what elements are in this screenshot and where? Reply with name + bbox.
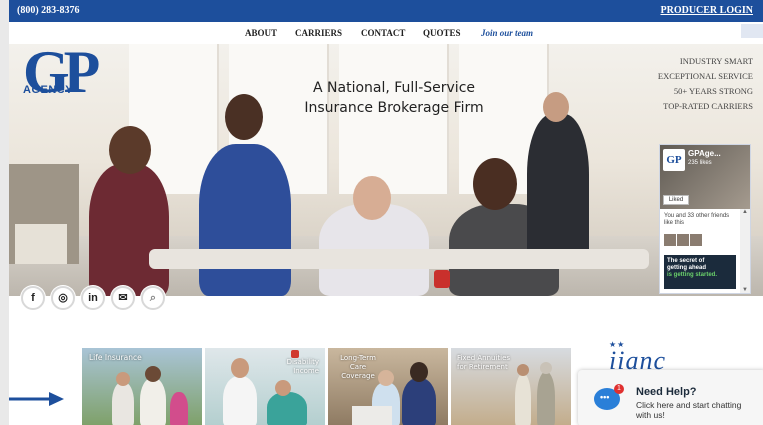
person-head [517, 364, 529, 376]
person-man-standing [527, 114, 589, 264]
facebook-cover: GP GPAge... 235 likes Liked [660, 145, 750, 209]
person-head [109, 126, 151, 174]
tile-life-insurance[interactable]: Life Insurance [82, 348, 202, 425]
person-man-blue [199, 144, 291, 296]
facebook-friends-text: You and 33 other friends like this [664, 213, 730, 226]
notification-badge: 1 [614, 384, 624, 394]
headline-line-1: A National, Full-Service [313, 80, 475, 96]
person-head [540, 362, 552, 374]
scroll-up-icon[interactable]: ▲ [742, 209, 748, 215]
tagline: EXCEPTIONAL SERVICE [657, 71, 753, 81]
top-bar: (800) 283-8376 PRODUCER LOGIN [9, 0, 763, 22]
arrow-right-icon [9, 392, 64, 406]
avatar [690, 234, 702, 246]
gp-agency-logo[interactable]: GP AGENCY [21, 44, 101, 122]
page: (800) 283-8376 PRODUCER LOGIN ABOUT CARR… [0, 0, 763, 425]
tile-label: Life Insurance [89, 353, 142, 362]
tagline: INDUSTRY SMART [679, 56, 753, 66]
main-nav: ABOUT CARRIERS CONTACT QUOTES Join our t… [9, 22, 763, 44]
person-figure [223, 376, 257, 425]
person-head [353, 176, 391, 220]
nav-about[interactable]: ABOUT [245, 28, 277, 38]
facebook-friend-avatars [664, 233, 734, 249]
post-text: getting ahead [667, 265, 707, 271]
person-figure [140, 378, 166, 425]
tile-label: Disability Income [287, 358, 319, 376]
alert-icon [291, 350, 299, 358]
search-icon[interactable]: ⌕ [141, 286, 165, 310]
person-head [225, 94, 263, 140]
post-text: is getting started. [667, 272, 718, 278]
facebook-post-preview[interactable]: The secret of getting ahead is getting s… [664, 255, 736, 289]
tile-label: Long-Term Care Coverage [334, 354, 382, 381]
avatar [664, 234, 676, 246]
person-head [275, 380, 291, 396]
nav-quotes[interactable]: QUOTES [423, 28, 461, 38]
logo-text: AGENCY [23, 84, 74, 96]
person-head [473, 158, 517, 210]
person-head [543, 92, 569, 122]
tile-long-term-care[interactable]: Long-Term Care Coverage [328, 348, 448, 425]
facebook-icon[interactable]: f [21, 286, 45, 310]
avatar [677, 234, 689, 246]
facebook-page-widget[interactable]: GP GPAge... 235 likes Liked You and 33 o… [659, 144, 751, 294]
binders [15, 224, 67, 264]
chat-widget[interactable]: ••• 1 Need Help? Click here and start ch… [578, 370, 763, 425]
person-figure [267, 392, 307, 425]
tagline: 50+ YEARS STRONG [673, 86, 753, 96]
hero-taglines: INDUSTRY SMART EXCEPTIONAL SERVICE 50+ Y… [658, 54, 753, 114]
facebook-page-avatar[interactable]: GP [663, 149, 685, 171]
person-figure [112, 382, 134, 425]
producer-login-link[interactable]: PRODUCER LOGIN [660, 5, 753, 16]
person-head [145, 366, 161, 382]
facebook-scrollbar[interactable]: ▲ ▼ [740, 209, 750, 293]
instagram-icon[interactable]: ◎ [51, 286, 75, 310]
hero-banner: GP AGENCY A National, Full-Service Insur… [9, 44, 763, 296]
meeting-table [149, 249, 649, 269]
follow-button[interactable] [741, 24, 763, 38]
person-head [410, 362, 428, 382]
person-figure [402, 378, 436, 425]
background-window [339, 44, 449, 194]
tile-disability-income[interactable]: Disability Income [205, 348, 325, 425]
headline-line-2: Insurance Brokerage Firm [304, 100, 484, 116]
person-figure [170, 392, 188, 425]
email-icon[interactable]: ✉ [111, 286, 135, 310]
person-head [116, 372, 130, 386]
nav-contact[interactable]: CONTACT [361, 28, 405, 38]
tile-label-line: Coverage [341, 372, 375, 380]
chat-subtitle: Click here and start chatting with us! [636, 400, 742, 420]
post-text: The secret of [667, 258, 705, 264]
tile-fixed-annuities[interactable]: Fixed Annuities for Retirement [451, 348, 571, 425]
tagline: TOP-RATED CARRIERS [663, 101, 753, 111]
facebook-liked-button[interactable]: Liked [663, 195, 689, 205]
chat-title: Need Help? [636, 386, 697, 398]
coffee-cup [434, 270, 450, 288]
nav-carriers[interactable]: CARRIERS [295, 28, 342, 38]
scroll-down-icon[interactable]: ▼ [742, 287, 748, 293]
person-head [231, 358, 249, 378]
star-icon: ★★ [609, 340, 626, 349]
tile-label-line: Fixed Annuities [457, 354, 511, 362]
logo-mark: GP [23, 44, 100, 105]
facebook-page-name[interactable]: GPAge... [688, 149, 721, 158]
linkedin-icon[interactable]: in [81, 286, 105, 310]
person-figure [515, 374, 531, 425]
tile-label-line: Long-Term [340, 354, 376, 362]
person-figure [537, 372, 555, 425]
tile-label: Fixed Annuities for Retirement [457, 354, 510, 372]
nav-join-our-team[interactable]: Join our team [481, 28, 533, 38]
tile-label-line: Care [349, 363, 367, 371]
facebook-likes-count: 235 likes [688, 160, 712, 166]
phone-number[interactable]: (800) 283-8376 [17, 5, 80, 16]
hero-headline: A National, Full-Service Insurance Broke… [279, 78, 509, 118]
tile-label-line: Disability [286, 358, 319, 366]
tile-label-line: for Retirement [457, 363, 508, 371]
laptop [352, 406, 392, 425]
person-woman-red [89, 164, 169, 296]
tile-label-line: Income [293, 367, 319, 375]
